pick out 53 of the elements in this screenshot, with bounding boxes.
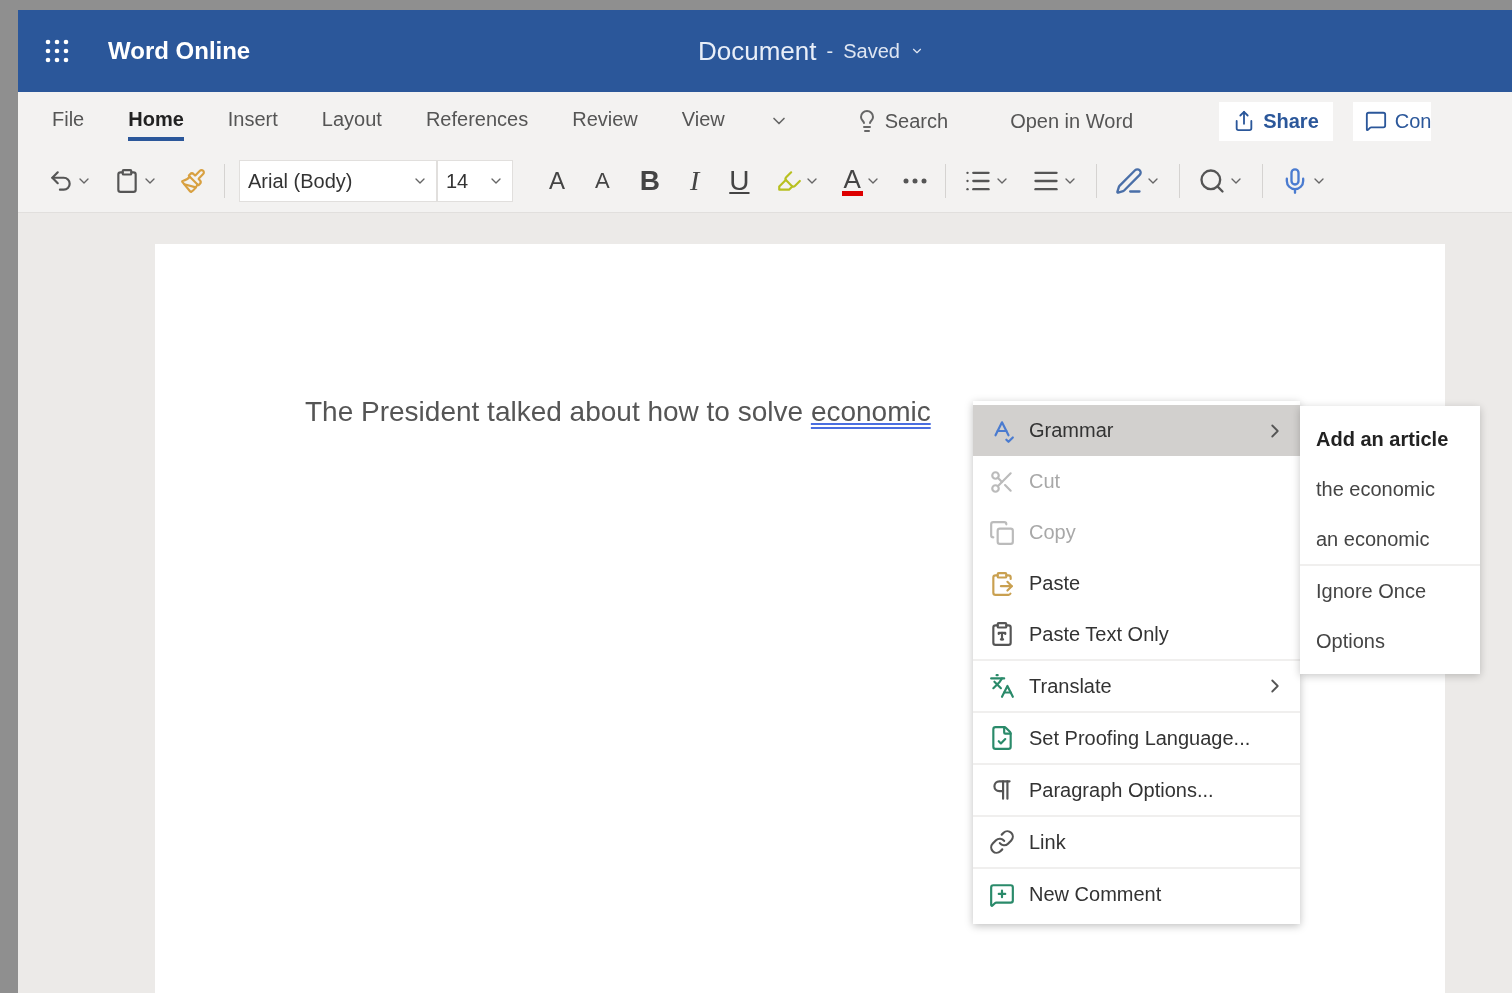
ribbon-tab[interactable]: Home	[128, 101, 184, 141]
menu-item[interactable]: New Comment	[973, 869, 1300, 920]
ribbon-tab[interactable]: References	[425, 101, 529, 141]
submenu-item[interactable]: Ignore Once	[1316, 579, 1427, 603]
pen-icon	[1114, 167, 1143, 195]
save-status[interactable]: Saved	[843, 39, 900, 63]
link-icon	[989, 829, 1015, 855]
underline-button[interactable]: U	[721, 163, 758, 199]
share-button[interactable]: Share	[1219, 101, 1333, 141]
font-name-field[interactable]: Arial (Body)	[239, 160, 437, 202]
comment-icon	[989, 881, 1015, 908]
scissors-icon	[989, 468, 1015, 495]
comments-button[interactable]: Con	[1352, 101, 1432, 141]
translate-icon	[989, 673, 1015, 699]
grow-font-button[interactable]: A	[541, 165, 573, 197]
shrink-font-button[interactable]: A	[587, 166, 618, 196]
submenu-item[interactable]: an economic	[1316, 527, 1430, 551]
ribbon-tab[interactable]: File	[52, 101, 85, 141]
copy-icon	[989, 519, 1015, 546]
font-color-button[interactable]: A	[837, 164, 885, 198]
title-separator: -	[826, 39, 834, 63]
ribbon-tab[interactable]: View	[681, 101, 725, 141]
search-button[interactable]: Search	[848, 105, 955, 137]
undo-icon	[48, 168, 74, 194]
ribbon-tab[interactable]: Layout	[321, 101, 382, 141]
ribbon-tab[interactable]: Review	[572, 101, 638, 141]
menu-item[interactable]: Link	[973, 817, 1300, 869]
clipboard-icon	[989, 570, 1015, 597]
comment-icon	[1364, 110, 1387, 132]
menu-item[interactable]: Paste	[973, 558, 1300, 609]
menu-item[interactable]: Paragraph Options...	[973, 765, 1300, 817]
search-icon	[1197, 167, 1226, 195]
document-check-icon	[989, 725, 1015, 751]
bold-button[interactable]: B	[631, 163, 668, 199]
app-name: Word Online	[108, 37, 251, 65]
clipboard-text-icon	[989, 621, 1015, 647]
clipboard-icon	[114, 168, 140, 194]
menu-item[interactable]: Grammar	[973, 405, 1300, 456]
highlighter-icon	[775, 168, 802, 194]
submenu-item[interactable]: Options	[1316, 629, 1385, 653]
font-size-field[interactable]: 14	[437, 160, 513, 202]
open-in-word-button[interactable]: Open in Word	[1004, 105, 1140, 137]
suggestion-heading: Add an article	[1316, 427, 1449, 451]
submenu-item[interactable]: the economic	[1316, 477, 1435, 501]
menu-item[interactable]: Translate	[973, 661, 1300, 713]
document-title[interactable]: Document	[698, 35, 817, 67]
app-launcher-icon[interactable]	[44, 38, 70, 64]
more-icon	[902, 178, 927, 184]
ribbon-tab[interactable]: Insert	[227, 101, 278, 141]
italic-button[interactable]: I	[681, 163, 708, 199]
menu-item[interactable]: Set Proofing Language...	[973, 713, 1300, 765]
document-paragraph: The President talked about how to solve economic	[305, 396, 932, 428]
paintbrush-icon	[180, 168, 206, 194]
